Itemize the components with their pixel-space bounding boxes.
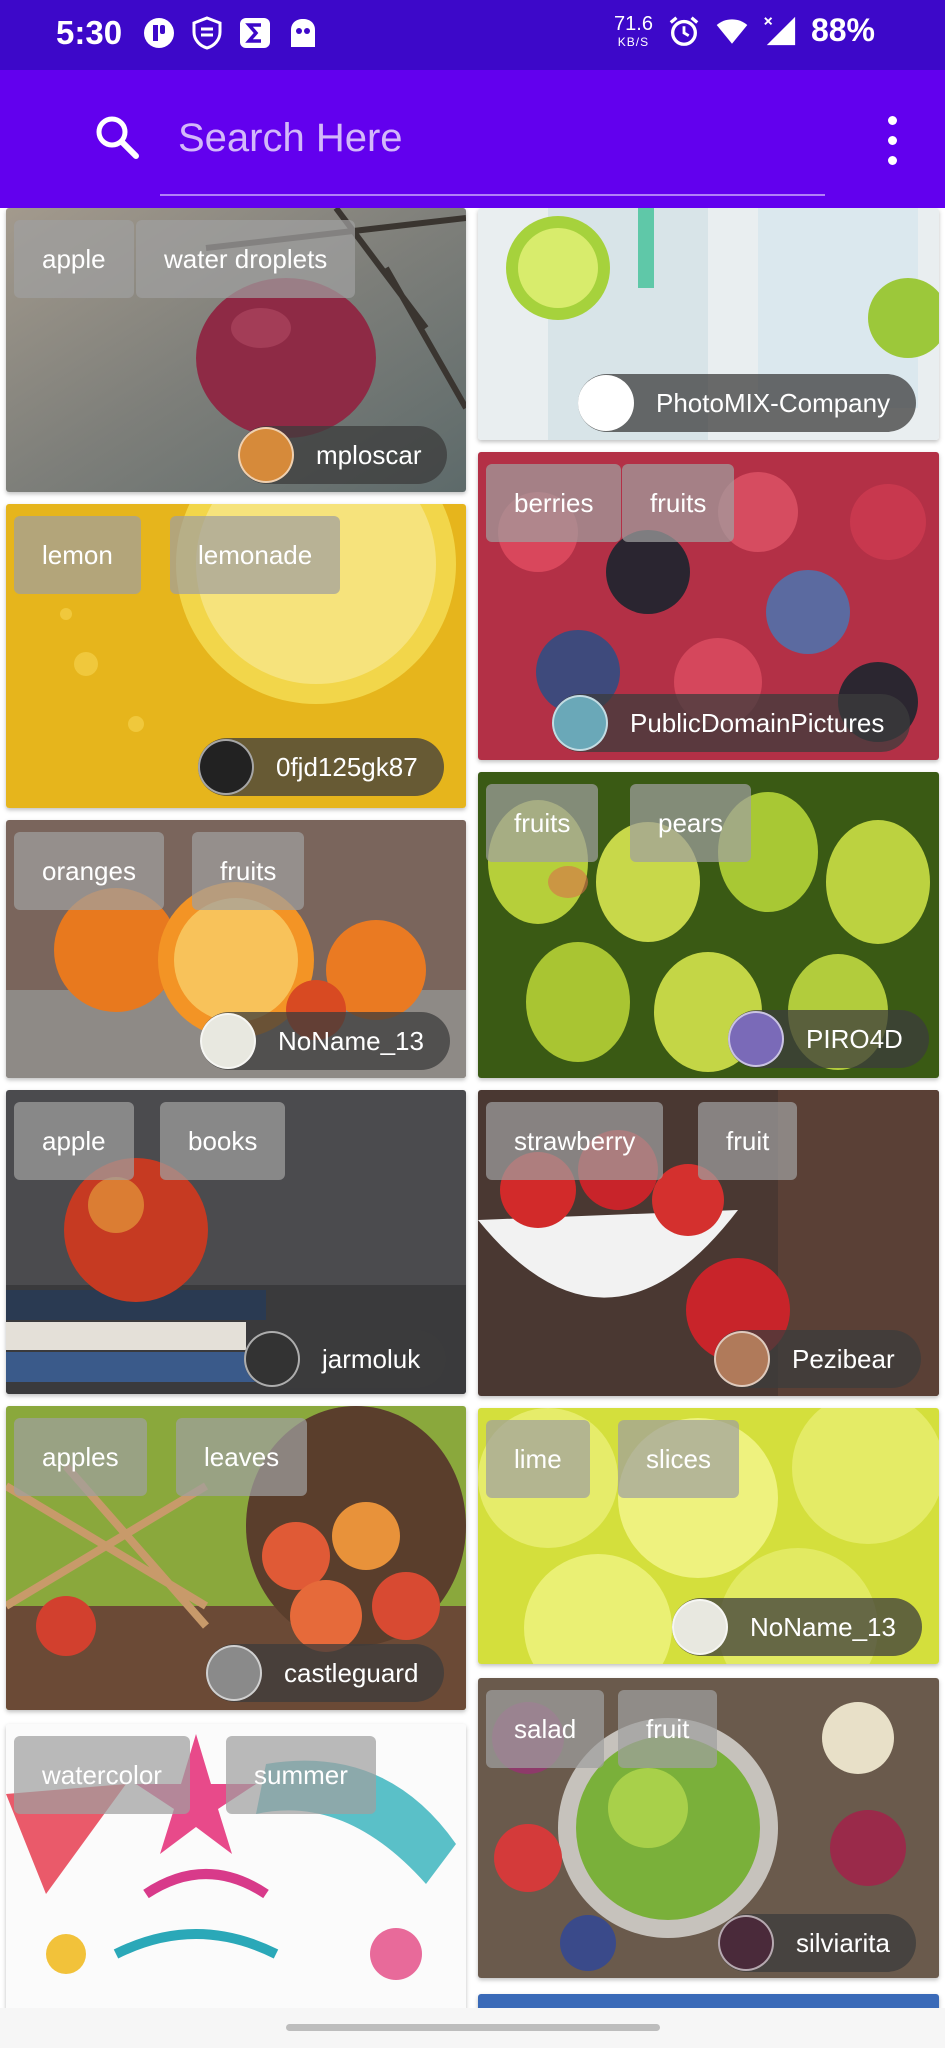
tag-chip[interactable]: leaves <box>176 1418 308 1496</box>
avatar <box>578 375 634 431</box>
avatar <box>206 1645 262 1701</box>
shield-icon <box>190 16 224 50</box>
avatar <box>672 1599 728 1655</box>
author-name: mploscar <box>316 439 422 470</box>
tag-chip[interactable]: berries <box>486 464 622 542</box>
image-grid[interactable]: apple water droplets mploscar PhotoMIX-C… <box>0 208 945 2008</box>
tag-chip[interactable]: watercolor <box>14 1736 190 1814</box>
network-speed-unit: KB/S <box>617 34 650 49</box>
image-card[interactable]: berries fruits PublicDomainPictures <box>478 452 939 760</box>
tag-chip[interactable]: apple <box>14 1102 134 1180</box>
image-card[interactable]: strawberry fruit Pezibear <box>478 1090 939 1396</box>
author-chip[interactable]: silviarita <box>718 1914 916 1972</box>
author-chip[interactable]: PublicDomainPictures <box>552 694 911 752</box>
author-chip[interactable]: NoName_13 <box>672 1598 922 1656</box>
ghost-icon <box>286 16 320 50</box>
sigma-icon <box>238 16 272 50</box>
tag-chip[interactable]: summer <box>226 1736 376 1814</box>
tag-chip[interactable]: apple <box>14 220 134 298</box>
author-name: PIRO4D <box>806 1023 903 1054</box>
author-name: silviarita <box>796 1927 890 1958</box>
image-card[interactable]: apples leaves castleguard <box>6 1406 466 1710</box>
image-card[interactable]: apple books jarmoluk <box>6 1090 466 1394</box>
network-speed: 71.6 KB/S <box>614 14 653 48</box>
author-chip[interactable]: jarmoluk <box>244 1330 447 1388</box>
author-name: jarmoluk <box>322 1343 421 1374</box>
author-chip[interactable]: Pezibear <box>714 1330 921 1388</box>
tag-chip[interactable]: lime <box>486 1420 590 1498</box>
tag-chip[interactable]: fruits <box>192 832 305 910</box>
author-name: Pezibear <box>792 1343 895 1374</box>
avatar <box>718 1915 774 1971</box>
network-speed-value: 71.6 <box>614 12 653 35</box>
image-card[interactable]: PhotoMIX-Company <box>478 208 939 440</box>
tag-chip[interactable]: water droplets <box>136 220 356 298</box>
author-name: 0fjd125gk87 <box>276 751 418 782</box>
author-name: NoName_13 <box>278 1025 424 1056</box>
tag-chip[interactable]: slices <box>618 1420 740 1498</box>
image-card[interactable]: lime slices NoName_13 <box>478 1408 939 1664</box>
image-card[interactable] <box>478 1994 939 2008</box>
signal-icon <box>763 14 797 48</box>
tag-chip[interactable]: fruits <box>622 464 735 542</box>
tag-chip[interactable]: books <box>160 1102 286 1180</box>
author-chip[interactable]: castleguard <box>206 1644 445 1702</box>
overflow-menu-icon[interactable] <box>877 110 907 170</box>
avatar <box>198 739 254 795</box>
avatar <box>714 1331 770 1387</box>
image-card[interactable]: oranges fruits NoName_13 <box>6 820 466 1078</box>
search-input[interactable] <box>178 106 818 170</box>
notification-icons <box>142 16 320 50</box>
app-bar <box>0 70 945 208</box>
author-name: NoName_13 <box>750 1611 896 1642</box>
search-icon[interactable] <box>92 112 142 162</box>
search-underline <box>160 194 825 196</box>
author-chip[interactable]: NoName_13 <box>200 1012 450 1070</box>
avatar <box>200 1013 256 1069</box>
image-card[interactable]: apple water droplets mploscar <box>6 208 466 492</box>
tag-chip[interactable]: oranges <box>14 832 164 910</box>
battery-level: 88% <box>810 12 875 48</box>
tag-chip[interactable]: fruit <box>618 1690 718 1768</box>
author-chip[interactable]: PIRO4D <box>728 1010 929 1068</box>
tag-chip[interactable]: salad <box>486 1690 605 1768</box>
avatar <box>244 1331 300 1387</box>
avatar <box>238 427 294 483</box>
author-chip[interactable]: 0fjd125gk87 <box>198 738 444 796</box>
image-card[interactable]: lemon lemonade 0fjd125gk87 <box>6 504 466 808</box>
author-name: PhotoMIX-Company <box>656 387 891 418</box>
app-icon <box>142 16 176 50</box>
avatar <box>552 695 608 751</box>
author-chip[interactable]: mploscar <box>238 426 448 484</box>
alarm-icon <box>667 14 701 48</box>
author-name: PublicDomainPictures <box>630 707 885 738</box>
author-chip[interactable]: PhotoMIX-Company <box>578 374 917 432</box>
author-name: castleguard <box>284 1657 419 1688</box>
tag-chip[interactable]: lemon <box>14 516 141 594</box>
tag-chip[interactable]: apples <box>14 1418 147 1496</box>
image-card[interactable]: fruits pears PIRO4D <box>478 772 939 1078</box>
image-card[interactable]: salad fruit silviarita <box>478 1678 939 1978</box>
tag-chip[interactable]: fruit <box>698 1102 798 1180</box>
avatar <box>728 1011 784 1067</box>
tag-chip[interactable]: lemonade <box>170 516 341 594</box>
tag-chip[interactable]: pears <box>630 784 752 862</box>
home-indicator[interactable] <box>286 2024 660 2031</box>
status-bar: 5:30 71.6 KB/S 88% <box>0 0 945 70</box>
image-card[interactable]: watercolor summer <box>6 1724 466 2008</box>
status-time: 5:30 <box>56 14 123 51</box>
wifi-icon <box>715 14 749 48</box>
system-icons: 71.6 KB/S 88% <box>614 12 875 49</box>
tag-chip[interactable]: strawberry <box>486 1102 664 1180</box>
tag-chip[interactable]: fruits <box>486 784 599 862</box>
